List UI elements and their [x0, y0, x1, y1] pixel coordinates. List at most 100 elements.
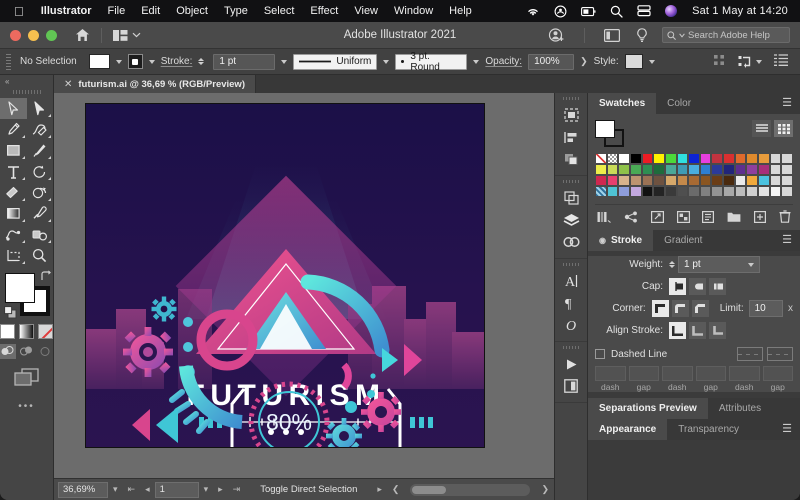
swatch-cell[interactable]	[653, 164, 665, 175]
dash-inputs[interactable]	[595, 366, 793, 381]
dash-input[interactable]	[696, 366, 727, 381]
align-center-icon[interactable]	[669, 322, 686, 339]
control-bar-grip[interactable]	[6, 54, 11, 70]
menu-type[interactable]: Type	[216, 5, 256, 17]
menu-select[interactable]: Select	[256, 5, 303, 17]
swatches-grid[interactable]	[595, 153, 793, 197]
actions-icon[interactable]	[555, 353, 587, 375]
swap-fill-stroke-icon[interactable]	[40, 270, 52, 285]
grid-view-icon[interactable]	[774, 120, 793, 137]
stroke-panel-menu-icon[interactable]: ☰	[774, 235, 800, 246]
swatch-cell[interactable]	[618, 164, 630, 175]
menu-help[interactable]: Help	[441, 5, 480, 17]
swatch-cell[interactable]	[711, 175, 723, 186]
menu-file[interactable]: File	[99, 5, 133, 17]
eraser-tool[interactable]	[0, 182, 27, 203]
tab-attributes[interactable]: Attributes	[708, 398, 772, 419]
menu-illustrator[interactable]: Illustrator	[33, 5, 100, 17]
bottom-panel-menu-icon[interactable]: ☰	[774, 424, 800, 435]
swatch-cell[interactable]	[630, 153, 642, 164]
limit-input[interactable]: 10	[749, 300, 783, 317]
search-icon[interactable]	[603, 5, 630, 18]
hscroll-right-icon[interactable]: ❯	[536, 484, 554, 495]
swatch-cell[interactable]	[665, 186, 677, 197]
draw-behind-icon[interactable]	[19, 344, 35, 359]
default-fill-stroke-icon[interactable]	[4, 306, 17, 324]
show-kinds-icon[interactable]	[675, 211, 692, 223]
first-page-icon[interactable]: ⇤	[123, 484, 141, 495]
swatch-cell[interactable]	[595, 175, 607, 186]
shape-builder-tool[interactable]	[27, 182, 54, 203]
swatch-cell[interactable]	[630, 186, 642, 197]
swatch-cell[interactable]	[746, 164, 758, 175]
draw-normal-icon[interactable]	[0, 344, 16, 359]
active-fill-stroke-chip[interactable]	[595, 120, 629, 148]
rail-grip-3[interactable]	[563, 263, 579, 266]
zoom-chevron-down-icon[interactable]: ▾	[108, 484, 123, 495]
artboard-tool[interactable]	[0, 245, 27, 266]
dash-input[interactable]	[629, 366, 660, 381]
round-cap-icon[interactable]	[689, 278, 706, 295]
swatch-cell[interactable]	[653, 175, 665, 186]
swatch-cell[interactable]	[700, 153, 712, 164]
add-user-icon[interactable]	[540, 28, 573, 43]
swatch-cell[interactable]	[642, 164, 654, 175]
rotate-tool[interactable]	[27, 161, 54, 182]
tools-panel-grip[interactable]	[13, 90, 41, 94]
screen-mode-icon[interactable]	[0, 368, 53, 387]
variable-width-profile-select[interactable]: Uniform	[293, 54, 377, 70]
swatch-cell[interactable]	[665, 175, 677, 186]
rail-grip-2[interactable]	[563, 180, 579, 183]
swatch-cell[interactable]	[677, 186, 689, 197]
swatch-cell[interactable]	[770, 164, 782, 175]
properties-icon[interactable]	[555, 104, 587, 126]
arrange-documents-icon[interactable]	[113, 30, 141, 41]
siri-icon[interactable]	[658, 5, 684, 17]
link-libraries-icon[interactable]	[649, 211, 666, 223]
page-chevron-down-icon[interactable]: ▾	[199, 484, 214, 495]
swatch-cell[interactable]	[781, 153, 793, 164]
none-mode-icon[interactable]	[38, 324, 53, 339]
swatch-cell[interactable]	[746, 186, 758, 197]
menubar-clock[interactable]: Sat 1 May at 14:20	[684, 5, 792, 17]
apple-icon[interactable]: 	[8, 5, 33, 18]
blend-tool[interactable]	[0, 224, 27, 245]
artboard[interactable]: FUTURISM	[85, 103, 485, 448]
pen-tool[interactable]	[0, 119, 27, 140]
tab-transparency[interactable]: Transparency	[667, 419, 750, 440]
swatch-cell[interactable]	[665, 153, 677, 164]
stroke-weight-input[interactable]: 1 pt	[213, 54, 275, 70]
tab-color[interactable]: Color	[656, 93, 702, 114]
swatch-cell[interactable]	[723, 164, 735, 175]
swatch-cell[interactable]	[653, 153, 665, 164]
swatch-cell[interactable]	[758, 186, 770, 197]
swatch-cell[interactable]	[700, 175, 712, 186]
tab-gradient[interactable]: Gradient	[653, 230, 713, 251]
swatch-cell[interactable]	[688, 164, 700, 175]
swatch-cell[interactable]	[770, 186, 782, 197]
search-adobe-help-input[interactable]: Search Adobe Help	[662, 27, 790, 43]
zoom-tool[interactable]	[27, 245, 54, 266]
draw-inside-icon[interactable]	[37, 344, 53, 359]
rail-grip-1[interactable]	[563, 97, 579, 100]
paintbrush-tool[interactable]	[27, 140, 54, 161]
swatch-cell[interactable]	[723, 175, 735, 186]
tab-separations-preview[interactable]: Separations Preview	[588, 398, 708, 419]
dashed-line-checkbox[interactable]	[595, 349, 605, 359]
home-icon[interactable]	[75, 28, 90, 42]
swatch-cell[interactable]	[677, 153, 689, 164]
swatch-cell[interactable]	[653, 186, 665, 197]
stroke-label[interactable]: Stroke:	[161, 56, 193, 67]
tab-stroke[interactable]: ◉ Stroke	[588, 230, 653, 251]
rail-grip-4[interactable]	[563, 346, 579, 349]
layers-icon[interactable]	[555, 209, 587, 231]
swatch-cell[interactable]	[746, 153, 758, 164]
swatch-cell[interactable]	[723, 153, 735, 164]
swatch-cell[interactable]	[677, 164, 689, 175]
stroke-swatch[interactable]	[128, 54, 143, 69]
new-group-icon[interactable]	[725, 211, 743, 223]
dash-input[interactable]	[729, 366, 760, 381]
swatch-libraries-icon[interactable]	[595, 211, 613, 223]
last-page-icon[interactable]: ⇥	[228, 484, 246, 495]
wifi-icon[interactable]	[519, 6, 547, 17]
